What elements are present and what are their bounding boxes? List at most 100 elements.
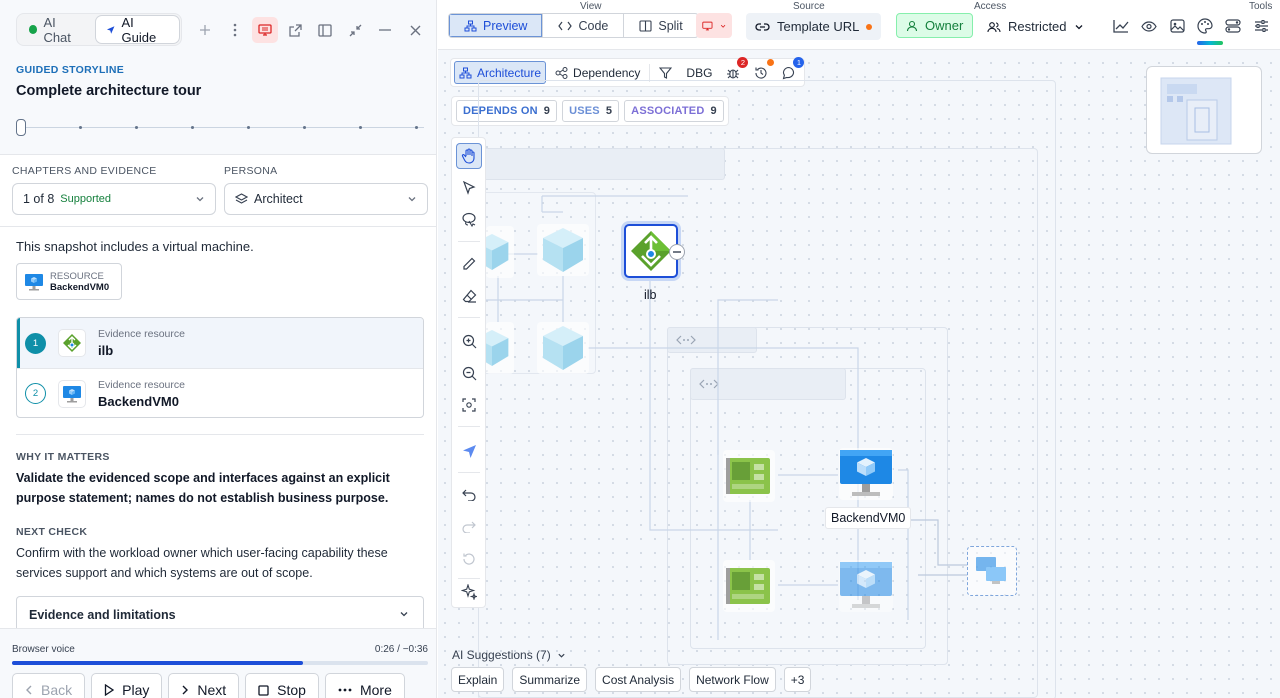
evidence-item-backendvm0[interactable]: 2 Evidence resource BackendVM0 xyxy=(17,368,423,417)
suggestion-cost-analysis[interactable]: Cost Analysis xyxy=(595,667,682,692)
evidence-number: 1 xyxy=(25,332,46,354)
backendvm0-node[interactable] xyxy=(839,448,893,500)
next-button[interactable]: Next xyxy=(168,673,240,698)
suggestion-network-flow[interactable]: Network Flow xyxy=(689,667,776,692)
undo-icon xyxy=(462,489,476,501)
hand-icon xyxy=(461,148,475,164)
minimize-icon[interactable] xyxy=(372,17,398,43)
availability-set-node[interactable] xyxy=(967,546,1017,596)
vm-node[interactable] xyxy=(839,560,893,612)
suggestion-explain[interactable]: Explain xyxy=(451,667,505,692)
step-tick[interactable] xyxy=(359,126,362,129)
virtual-machine-icon xyxy=(840,450,892,496)
plus-icon[interactable] xyxy=(192,17,218,43)
stop-button[interactable]: Stop xyxy=(245,673,319,698)
snapshot-text: This snapshot includes a virtual machine… xyxy=(16,239,254,254)
zoom-out-icon xyxy=(462,366,476,380)
resource-chip[interactable]: RESOURCE BackendVM0 xyxy=(16,263,122,300)
ai-suggestions-toggle[interactable]: AI Suggestions (7) xyxy=(452,648,566,662)
reset-button[interactable] xyxy=(456,546,482,572)
select-tool[interactable] xyxy=(456,175,482,201)
playback-progress[interactable] xyxy=(12,661,428,665)
navigation-arrow-icon xyxy=(107,25,115,34)
play-icon xyxy=(104,684,115,696)
storyline-label: GUIDED STORYLINE xyxy=(16,64,125,76)
chevron-right-icon xyxy=(182,685,189,695)
evidence-list: 1 Evidence resource ilb 2 Evidence resou… xyxy=(16,317,424,418)
eraser-tool[interactable] xyxy=(456,283,482,309)
step-tick[interactable] xyxy=(79,126,82,129)
evidence-kind: Evidence resource xyxy=(98,378,185,391)
tab-ai-guide[interactable]: AI Guide xyxy=(96,15,179,45)
suggestion-chips: Explain Summarize Cost Analysis Network … xyxy=(451,667,812,692)
persona-value: Architect xyxy=(254,192,303,206)
minimap[interactable] xyxy=(1146,66,1262,154)
network-interface-icon xyxy=(726,568,770,604)
undo-button[interactable] xyxy=(456,482,482,508)
diagram-workspace: View Preview Code Split Source Template … xyxy=(438,0,1280,698)
suggestion-more[interactable]: +3 xyxy=(783,667,812,692)
close-icon[interactable] xyxy=(402,17,428,43)
suggestion-summarize[interactable]: Summarize xyxy=(512,667,588,692)
evidence-name: ilb xyxy=(98,343,114,358)
evidence-item-ilb[interactable]: 1 Evidence resource ilb xyxy=(17,318,423,368)
pencil-tool[interactable] xyxy=(456,251,482,277)
availability-set-icon xyxy=(976,557,1006,584)
chevron-left-icon xyxy=(26,685,32,695)
canvas-tools xyxy=(451,137,486,608)
nic-node[interactable] xyxy=(723,560,775,612)
persona-select[interactable]: Architect xyxy=(224,183,428,215)
vnet-node[interactable] xyxy=(537,224,589,276)
step-tick[interactable] xyxy=(303,126,306,129)
open-external-icon[interactable] xyxy=(282,17,308,43)
why-label: WHY IT MATTERS xyxy=(16,451,110,463)
zoom-out-button[interactable] xyxy=(456,360,482,386)
play-button[interactable]: Play xyxy=(91,673,163,698)
panel-toolbar xyxy=(192,17,428,43)
chapter-select[interactable]: 1 of 8 Supported xyxy=(12,183,216,215)
next-check-label: NEXT CHECK xyxy=(16,526,88,538)
lasso-tool[interactable] xyxy=(456,207,482,233)
redo-button[interactable] xyxy=(456,514,482,540)
step-slider-thumb[interactable] xyxy=(16,119,26,136)
zoom-in-button[interactable] xyxy=(456,328,482,354)
more-button[interactable]: More xyxy=(324,673,405,698)
evidence-limitations-accordion[interactable]: Evidence and limitations xyxy=(16,596,424,632)
chapter-status: Supported xyxy=(60,193,112,205)
nic-node[interactable] xyxy=(723,450,775,502)
evidence-number: 2 xyxy=(25,383,46,404)
step-tick[interactable] xyxy=(247,126,250,129)
stop-label: Stop xyxy=(277,682,306,698)
step-tick[interactable] xyxy=(191,126,194,129)
presentation-icon[interactable] xyxy=(252,17,278,43)
storyline-title: Complete architecture tour xyxy=(16,83,202,99)
resource-chip-name: BackendVM0 xyxy=(50,281,110,293)
navigate-button[interactable] xyxy=(456,438,482,464)
fit-view-button[interactable] xyxy=(456,392,482,418)
collapse-node-button[interactable] xyxy=(669,244,685,260)
chevron-down-icon xyxy=(400,612,408,617)
redo-icon xyxy=(462,521,476,533)
ai-assist-button[interactable] xyxy=(456,579,482,605)
vnet-node[interactable] xyxy=(475,322,514,374)
persona-label: PERSONA xyxy=(224,165,278,177)
ilb-node-label: ilb xyxy=(644,288,657,302)
step-tick[interactable] xyxy=(135,126,138,129)
tab-ai-chat[interactable]: AI Chat xyxy=(19,15,94,45)
vnet-node[interactable] xyxy=(537,322,589,374)
play-label: Play xyxy=(122,682,150,698)
more-vertical-icon[interactable] xyxy=(222,17,248,43)
evidence-name: BackendVM0 xyxy=(98,393,179,409)
collapse-icon[interactable] xyxy=(342,17,368,43)
step-slider-track[interactable] xyxy=(16,127,424,128)
pointer-icon xyxy=(462,181,476,195)
minimap-preview xyxy=(1160,77,1232,145)
sidebar-icon[interactable] xyxy=(312,17,338,43)
pencil-icon xyxy=(463,257,476,270)
vnet-node[interactable] xyxy=(475,226,514,278)
step-tick[interactable] xyxy=(415,126,418,129)
hand-tool[interactable] xyxy=(456,143,482,169)
online-dot-icon xyxy=(29,25,38,34)
zoom-in-icon xyxy=(462,334,476,348)
back-button[interactable]: Back xyxy=(12,673,86,698)
